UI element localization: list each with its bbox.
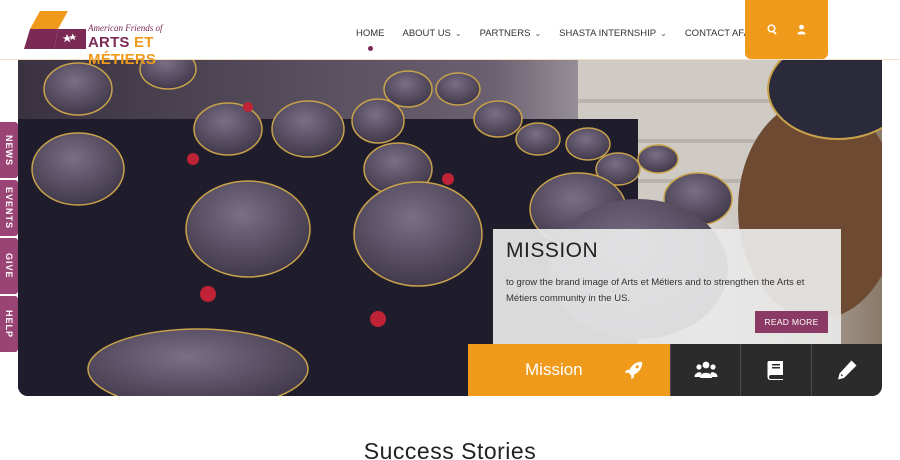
hero-tabs: Mission: [468, 344, 882, 396]
nav-shasta-internship-label: SHASTA INTERNSHIP: [559, 27, 657, 39]
book-icon: [767, 361, 784, 380]
chevron-down-icon: ⌄: [454, 28, 462, 38]
mission-card: MISSION to grow the brand image of Arts …: [493, 229, 841, 347]
nav-home-label: HOME: [356, 27, 385, 39]
header-tools: [745, 0, 828, 59]
mission-title: MISSION: [506, 239, 599, 262]
hero-banner: MISSION to grow the brand image of Arts …: [18, 59, 882, 396]
tab-mission[interactable]: Mission: [468, 344, 670, 396]
rocket-icon: [624, 361, 642, 380]
success-stories-heading: Success Stories: [363, 438, 537, 460]
user-icon[interactable]: [796, 24, 807, 35]
mission-text: to grow the brand image of Arts et Métie…: [506, 277, 805, 304]
read-more-button[interactable]: READ MORE: [755, 311, 828, 333]
search-icon[interactable]: [766, 24, 778, 35]
tab-resources[interactable]: [740, 344, 812, 396]
logo-wordmark-part1: ARTS: [88, 34, 134, 51]
page: American Friends of ARTS ET MÉTIERS HOME…: [0, 0, 900, 460]
nav-partners[interactable]: PARTNERS ⌄: [480, 28, 542, 39]
nav-shasta-internship[interactable]: SHASTA INTERNSHIP ⌄: [559, 28, 667, 39]
main-nav: HOME ABOUT US ⌄ PARTNERS ⌄ SHASTA INTERN…: [356, 22, 776, 51]
side-tab-help[interactable]: HELP: [0, 296, 18, 352]
group-icon: [694, 361, 718, 378]
site-header: American Friends of ARTS ET MÉTIERS HOME…: [0, 0, 900, 68]
nav-partners-label: PARTNERS: [479, 27, 531, 39]
nav-about-us[interactable]: ABOUT US ⌄: [403, 28, 462, 39]
chevron-down-icon: ⌄: [660, 28, 667, 38]
nav-home[interactable]: HOME: [356, 27, 385, 51]
pencil-icon: [838, 360, 857, 380]
tab-community[interactable]: [669, 344, 741, 396]
nav-about-us-label: ABOUT US: [402, 27, 451, 39]
tab-apply[interactable]: [811, 344, 882, 396]
logo-mark-icon: [24, 11, 86, 49]
side-tab-events[interactable]: EVENTS: [0, 180, 18, 236]
logo-tagline: American Friends of: [88, 23, 163, 33]
side-tab-news[interactable]: NEWS: [0, 122, 18, 178]
active-indicator: [367, 45, 373, 51]
site-logo[interactable]: American Friends of ARTS ET MÉTIERS: [24, 11, 224, 68]
chevron-down-icon: ⌄: [534, 28, 542, 38]
logo-wordmark: ARTS ET MÉTIERS: [88, 34, 224, 68]
side-tab-give[interactable]: GIVE: [0, 238, 18, 294]
tab-mission-label: Mission: [525, 360, 583, 379]
side-tabs: NEWS EVENTS GIVE HELP: [0, 122, 18, 354]
